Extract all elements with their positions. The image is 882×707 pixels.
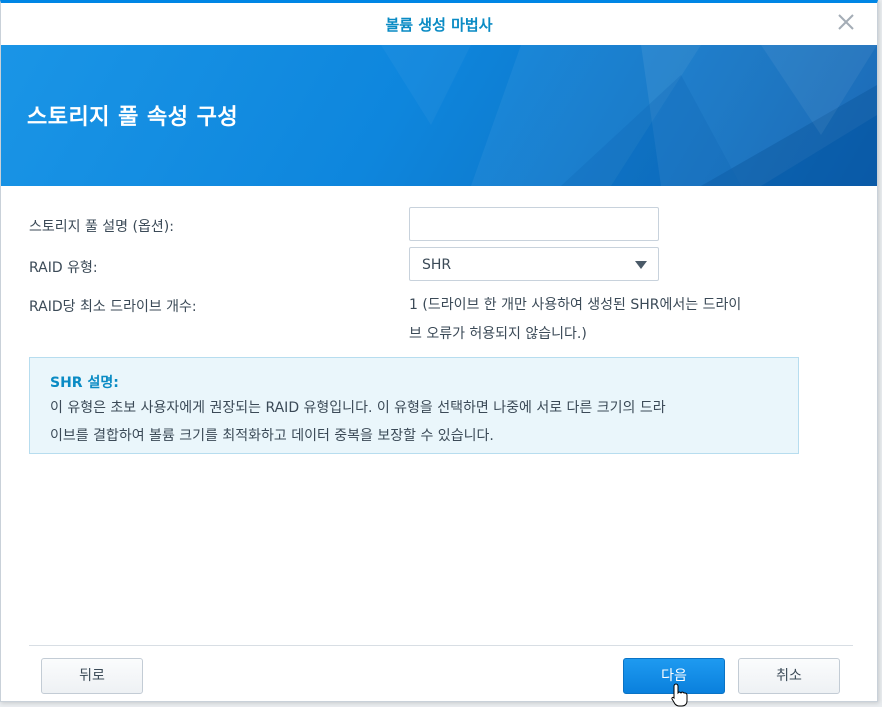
- header-banner: 스토리지 풀 속성 구성: [1, 45, 877, 186]
- cancel-button[interactable]: 취소: [738, 658, 840, 694]
- window-title: 볼륨 생성 마법사: [385, 16, 493, 34]
- step-title: 스토리지 풀 속성 구성: [27, 105, 239, 130]
- info-body-line2: 이브를 결합하여 볼륨 크기를 최적화하고 데이터 중복을 보장할 수 있습니다…: [50, 428, 494, 444]
- info-body: 이 유형은 초보 사용자에게 권장되는 RAID 유형입니다. 이 유형을 선택…: [50, 394, 780, 450]
- hand-cursor-icon: [671, 683, 688, 707]
- close-icon: [838, 14, 854, 30]
- description-input[interactable]: [409, 207, 659, 241]
- info-title: SHR 설명:: [50, 375, 119, 391]
- raid-type-select[interactable]: SHR: [409, 247, 659, 281]
- back-button[interactable]: 뒤로: [41, 658, 143, 694]
- footer-divider: [29, 645, 853, 646]
- description-label: 스토리지 풀 설명 (옵션):: [29, 219, 174, 235]
- raid-type-value: SHR: [422, 257, 452, 273]
- close-button[interactable]: [835, 11, 857, 33]
- chevron-down-icon: [635, 261, 647, 269]
- raid-type-label: RAID 유형:: [29, 260, 98, 276]
- volume-wizard-dialog: 볼륨 생성 마법사 스토리지 풀 속성 구성 스토리지 풀 설명 (옵션): R…: [0, 0, 878, 707]
- title-bar: 볼륨 생성 마법사: [1, 3, 877, 45]
- shr-info-box: SHR 설명: 이 유형은 초보 사용자에게 권장되는 RAID 유형입니다. …: [29, 357, 799, 454]
- min-drives-value: 1 (드라이브 한 개만 사용하여 생성된 SHR에서는 드라이 브 오류가 허…: [409, 291, 809, 349]
- info-body-line1: 이 유형은 초보 사용자에게 권장되는 RAID 유형입니다. 이 유형을 선택…: [50, 400, 666, 416]
- min-drives-value-line1: 1 (드라이브 한 개만 사용하여 생성된 SHR에서는 드라이: [409, 297, 742, 313]
- min-drives-value-line2: 브 오류가 허용되지 않습니다.): [409, 326, 587, 342]
- min-drives-label: RAID당 최소 드라이브 개수:: [29, 299, 197, 315]
